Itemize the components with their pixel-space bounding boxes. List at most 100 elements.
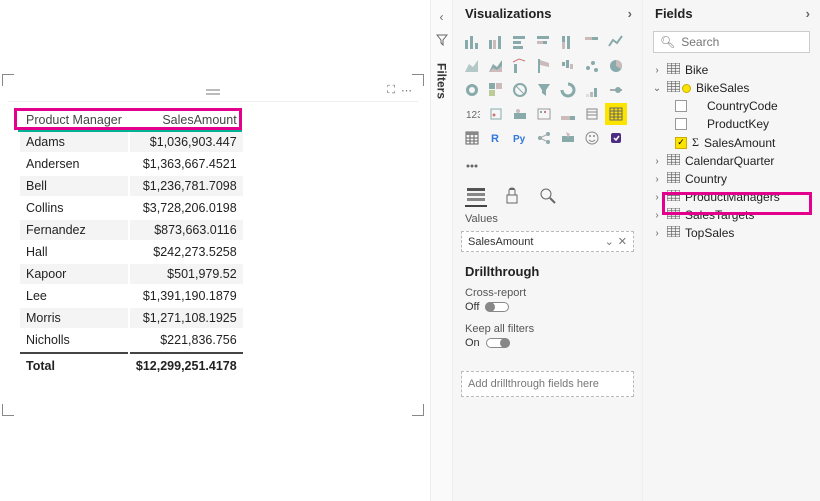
table-row[interactable]: Adams$1,036,903.447 (20, 132, 243, 152)
format-tab[interactable] (501, 185, 523, 207)
table-bike[interactable]: › Bike (649, 61, 814, 79)
expand-filters-icon[interactable]: ‹ (440, 10, 444, 24)
viz-type-icon[interactable]: 123 (461, 103, 483, 125)
viz-type-icon[interactable]: R (485, 127, 507, 149)
table-topsales[interactable]: › TopSales (649, 224, 814, 242)
keep-filters-toggle[interactable] (486, 338, 510, 348)
field-productkey[interactable]: ProductKey (649, 115, 814, 133)
viz-type-icon[interactable] (461, 127, 483, 149)
table-row[interactable]: Hall$242,273.5258 (20, 242, 243, 262)
viz-type-icon[interactable] (533, 79, 555, 101)
analytics-tab[interactable] (537, 185, 559, 207)
viz-type-icon[interactable] (581, 127, 603, 149)
chevron-icon[interactable]: › (652, 228, 662, 239)
field-checkbox[interactable]: ✓ (675, 137, 687, 149)
viz-type-icon[interactable] (605, 31, 627, 53)
collapse-viz-icon[interactable]: › (628, 6, 632, 21)
viz-type-icon[interactable] (533, 127, 555, 149)
viz-type-icon[interactable] (557, 31, 579, 53)
field-countrycode[interactable]: CountryCode (649, 97, 814, 115)
table-row[interactable]: Bell$1,236,781.7098 (20, 176, 243, 196)
well-dropdown-icon[interactable]: ⌄ (605, 235, 614, 248)
keep-filters-label: Keep all filters (465, 323, 630, 335)
visualizations-title: Visualizations (465, 6, 551, 21)
table-row[interactable]: Lee$1,391,190.1879 (20, 286, 243, 306)
fields-search[interactable]: 🔍︎ (653, 31, 810, 53)
viz-type-icon[interactable] (485, 103, 507, 125)
col-header-amount[interactable]: SalesAmount (130, 110, 243, 130)
viz-type-icon[interactable] (605, 79, 627, 101)
report-canvas[interactable]: ⛶ ⋯ Product Manager SalesAmount Adams$1,… (0, 0, 430, 501)
viz-type-icon[interactable]: Py (509, 127, 531, 149)
viz-type-icon[interactable] (581, 103, 603, 125)
well-remove-icon[interactable]: ✕ (618, 235, 627, 248)
resize-handle-bl[interactable] (2, 404, 14, 416)
cross-report-toggle[interactable] (485, 302, 509, 312)
values-field-well[interactable]: SalesAmount ⌄ ✕ (461, 231, 634, 252)
resize-handle-br[interactable] (412, 404, 424, 416)
viz-type-icon[interactable] (605, 103, 627, 125)
cell-pm: Bell (20, 176, 128, 196)
viz-type-icon[interactable] (485, 55, 507, 77)
viz-type-icon[interactable] (581, 79, 603, 101)
chevron-icon[interactable]: › (652, 156, 662, 167)
viz-type-icon[interactable] (461, 31, 483, 53)
field-name: CountryCode (707, 99, 778, 113)
viz-type-icon[interactable] (485, 79, 507, 101)
table-country[interactable]: › Country (649, 170, 814, 188)
chevron-icon[interactable]: › (652, 210, 662, 221)
viz-type-icon[interactable] (461, 79, 483, 101)
resize-handle-tl[interactable] (2, 74, 14, 86)
viz-type-icon[interactable] (605, 127, 627, 149)
viz-type-icon[interactable] (509, 31, 531, 53)
cell-pm: Morris (20, 308, 128, 328)
viz-type-icon[interactable] (533, 31, 555, 53)
chevron-icon[interactable]: › (652, 65, 662, 76)
table-row[interactable]: Fernandez$873,663.0116 (20, 220, 243, 240)
filters-pane-collapsed[interactable]: ‹ Filters (430, 0, 452, 501)
viz-type-icon[interactable] (533, 55, 555, 77)
viz-type-icon[interactable] (485, 31, 507, 53)
table-icon (667, 226, 680, 240)
chevron-icon[interactable]: › (652, 192, 662, 203)
viz-type-icon[interactable] (557, 55, 579, 77)
viz-type-icon[interactable] (461, 55, 483, 77)
viz-type-icon[interactable] (509, 55, 531, 77)
fields-pane: Fields › 🔍︎ › Bike⌄ BikeSales CountryCod… (642, 0, 820, 501)
field-salesamount[interactable]: ✓ Σ SalesAmount (649, 133, 814, 152)
cell-amount: $221,836.756 (130, 330, 243, 350)
field-checkbox[interactable] (675, 100, 687, 112)
table-bikesales[interactable]: ⌄ BikeSales (649, 79, 814, 97)
viz-type-icon[interactable] (533, 103, 555, 125)
fields-well-tab[interactable] (465, 185, 487, 207)
search-icon: 🔍︎ (660, 35, 675, 49)
table-row[interactable]: Morris$1,271,108.1925 (20, 308, 243, 328)
table-row[interactable]: Andersen$1,363,667.4521 (20, 154, 243, 174)
table-row[interactable]: Kapoor$501,979.52 (20, 264, 243, 284)
viz-type-icon[interactable] (557, 103, 579, 125)
viz-type-icon[interactable] (581, 55, 603, 77)
search-input[interactable] (681, 35, 803, 49)
cell-amount: $1,363,667.4521 (130, 154, 243, 174)
chevron-icon[interactable]: › (652, 174, 662, 185)
viz-type-icon[interactable] (557, 127, 579, 149)
table-row[interactable]: Nicholls$221,836.756 (20, 330, 243, 350)
filters-funnel-icon[interactable] (436, 34, 448, 49)
viz-type-icon[interactable] (557, 79, 579, 101)
drillthrough-drop-area[interactable]: Add drillthrough fields here (461, 371, 634, 397)
cell-amount: $242,273.5258 (130, 242, 243, 262)
viz-type-icon[interactable] (581, 31, 603, 53)
table-row[interactable]: Collins$3,728,206.0198 (20, 198, 243, 218)
viz-type-icon[interactable] (461, 151, 483, 173)
viz-type-icon[interactable] (605, 55, 627, 77)
resize-handle-tr[interactable] (412, 74, 424, 86)
viz-type-icon[interactable] (509, 79, 531, 101)
table-name: TopSales (685, 226, 734, 240)
field-checkbox[interactable] (675, 118, 687, 130)
col-header-pm[interactable]: Product Manager (20, 110, 128, 130)
viz-type-icon[interactable] (509, 103, 531, 125)
chevron-icon[interactable]: ⌄ (652, 83, 662, 94)
collapse-fields-icon[interactable]: › (806, 6, 810, 21)
table-calendarquarter[interactable]: › CalendarQuarter (649, 152, 814, 170)
active-dot-icon (682, 84, 691, 93)
